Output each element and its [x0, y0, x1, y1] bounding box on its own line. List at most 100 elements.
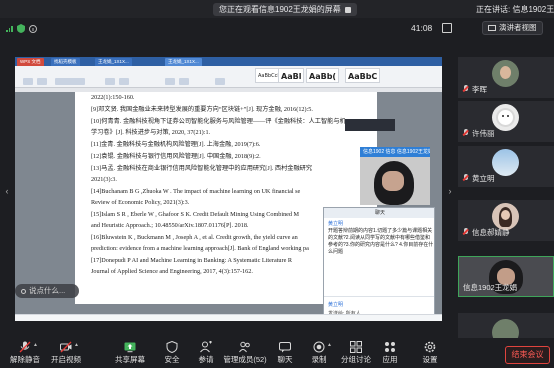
ribbon-button[interactable]	[179, 78, 189, 85]
participant-name: 黄立明	[472, 174, 495, 183]
invite-icon	[200, 341, 212, 353]
emoji-icon[interactable]	[21, 288, 26, 294]
chat-sender: 黄立明	[328, 302, 344, 308]
participant-tile[interactable]: 信息1902王龙娟	[458, 256, 554, 297]
reference-line: [12]袁锟. 金融科技与银行信用风险管理[J]. 中国金融, 2018(9):…	[91, 153, 261, 160]
app-tab[interactable]: 王龙娟_1X1X...	[95, 58, 132, 66]
share-screen-icon	[124, 342, 136, 353]
reference-line: [15]Islam S R , Eberle W , Ghafoor S K. …	[91, 211, 300, 218]
reference-line: 学习卷》[J]. 科技进步与对策, 2020, 37(21):1.	[91, 129, 211, 136]
participant-tile[interactable]: 信息郝婧静	[458, 200, 554, 241]
reference-line: [9]邓文贤. 我国金融业未来转型发展的重要方向“区块链+”[J]. 现方金融,…	[91, 106, 313, 113]
speaking-indicator: 正在讲话: 信息1902王龙娟;	[476, 5, 554, 14]
avatar	[492, 149, 519, 176]
app-tab[interactable]: 找稻壳模板	[51, 58, 80, 66]
divider	[324, 296, 434, 297]
app-tab[interactable]: WPS 文档	[17, 58, 44, 66]
ribbon: AaBbCcDd AaBl AaBb( AaBbC	[15, 66, 442, 88]
reference-line: [16]Bluwstein K , Buckmann M , Joseph A …	[91, 234, 298, 241]
signal-icon	[6, 26, 13, 32]
ribbon-button[interactable]	[105, 78, 115, 85]
settings-button[interactable]: 设置	[407, 340, 453, 368]
reference-line: 2022(1):150-160.	[91, 94, 135, 101]
ribbon-button[interactable]	[215, 78, 225, 85]
reference-line: and Heuristic Approach.; 10.48550/arXiv.…	[91, 222, 249, 229]
shield-icon[interactable]	[17, 24, 25, 33]
reference-line: [10]何青青. 金融科技视角下证券公司智能化服务与风险管理——评《金融科技：人…	[91, 118, 346, 125]
unmute-button[interactable]: ▲ 解除静音	[2, 340, 48, 368]
participant-name: 李晖	[472, 85, 487, 94]
ribbon-button[interactable]	[23, 78, 33, 85]
breakout-icon	[350, 341, 362, 353]
chevron-up-icon[interactable]: ▲	[74, 342, 79, 348]
avatar	[492, 104, 519, 131]
ribbon-button[interactable]	[165, 78, 175, 85]
mic-muted-icon	[462, 129, 469, 138]
participant-tile[interactable]: 黄立明	[458, 146, 554, 187]
participant-name: 许伟丽	[472, 129, 495, 138]
chat-popup-window[interactable]: 聊天 黄立明 开题答辩前期的内容1.切题了多少篇与课题相关的文献?2.阅读从同学…	[323, 207, 435, 321]
stop-share-icon[interactable]	[344, 6, 351, 13]
end-meeting-button[interactable]: 结束会议	[505, 346, 550, 364]
reference-line: [17]Donepudi P AI and Machine Learning i…	[91, 257, 292, 264]
participant-tile[interactable]: 李晖	[458, 313, 554, 338]
chat-message: 开题答辩前期的内容1.切题了多少篇与课题相关的文献?2.阅读从同学写的文献中有哪…	[328, 228, 434, 255]
scroll-left-icon[interactable]: ‹	[3, 184, 11, 198]
reference-line: [14]Buchanam B G ,Zhuoka W . The impact …	[91, 188, 301, 195]
participant-tile[interactable]: 许伟丽	[458, 101, 554, 142]
mic-muted-icon	[19, 341, 31, 353]
start-video-button[interactable]: ▲ 开启视频	[43, 340, 89, 368]
webcam-title: 信息1902 信息 信息1902王龙娟	[360, 147, 430, 157]
reference-line: Journal of Applied Science and Engineeri…	[91, 268, 253, 275]
avatar	[492, 60, 519, 87]
presenter-webcam: 信息1902 信息 信息1902王龙娟	[360, 147, 430, 205]
app-tab[interactable]: 王龙娟_1X1X...	[165, 58, 202, 66]
participant-tile[interactable]: 李晖	[458, 57, 554, 98]
dark-panel	[345, 119, 395, 131]
presenter-face	[382, 171, 404, 191]
reference-line: 2021(3):3.	[91, 176, 117, 183]
avatar	[492, 319, 519, 338]
record-icon	[313, 341, 325, 353]
font-box[interactable]	[55, 78, 85, 85]
gear-icon	[424, 341, 436, 353]
apps-icon	[385, 342, 395, 352]
mic-muted-icon	[462, 85, 469, 94]
share-screen-button[interactable]: 共享屏幕	[107, 340, 153, 368]
sharing-notice: 您正在观看信息1902王龙娟的屏幕	[213, 3, 357, 16]
style-heading1[interactable]: AaBl	[278, 68, 305, 83]
shield-icon	[166, 341, 178, 353]
members-icon	[239, 341, 250, 353]
reference-line: [11]金青. 金融科技与金融机构风险管理[J]. 上海金融, 2019(7):…	[91, 141, 261, 148]
reference-line: prediction: evidence from a machine lear…	[91, 245, 309, 252]
mic-muted-icon	[462, 228, 469, 237]
chevron-up-icon[interactable]: ▲	[33, 342, 38, 348]
windows-taskbar	[15, 314, 442, 321]
style-heading3[interactable]: AaBbC	[345, 68, 381, 83]
shared-screen[interactable]: WPS 文档 找稻壳模板 王龙娟_1X1X... 王龙娟_1X1X... AaB…	[15, 57, 442, 321]
layout-icon	[488, 25, 496, 32]
mic-muted-icon	[462, 174, 469, 183]
scroll-right-icon[interactable]: ›	[446, 184, 454, 198]
video-off-icon	[60, 341, 72, 353]
layout-button[interactable]: 演讲者视图	[482, 21, 543, 35]
status-bar	[0, 18, 554, 42]
meeting-window: { "top_bar": { "sharing_notice": "您正在观看信…	[0, 0, 554, 368]
fullscreen-icon[interactable]	[442, 23, 452, 33]
info-icon[interactable]	[29, 25, 37, 33]
chat-contact-name: 黄立明	[328, 221, 344, 227]
app-tab-bar: WPS 文档 找稻壳模板 王龙娟_1X1X... 王龙娟_1X1X...	[15, 57, 442, 66]
ribbon-button[interactable]	[119, 78, 129, 85]
chat-window-title: 聊天	[324, 208, 434, 218]
chevron-up-icon[interactable]: ▲	[327, 342, 332, 348]
reference-line: Review of Economic Policy, 2021(3):3.	[91, 199, 190, 206]
chat-input[interactable]: 说点什么...	[15, 284, 79, 298]
style-heading2[interactable]: AaBb(	[306, 68, 340, 83]
chat-icon	[279, 342, 291, 353]
ribbon-button[interactable]	[37, 78, 47, 85]
meeting-duration: 41:08	[411, 23, 433, 33]
participant-name: 信息1902王龙娟	[463, 283, 518, 292]
top-bar: 您正在观看信息1902王龙娟的屏幕 正在讲话: 信息1902王龙娟;	[0, 0, 554, 18]
participant-name: 信息郝婧静	[472, 228, 510, 237]
reference-line: [13]马孟. 金融科技在商业银行信用风险智能化管理中的应用研究[J]. 西村金…	[91, 165, 313, 172]
